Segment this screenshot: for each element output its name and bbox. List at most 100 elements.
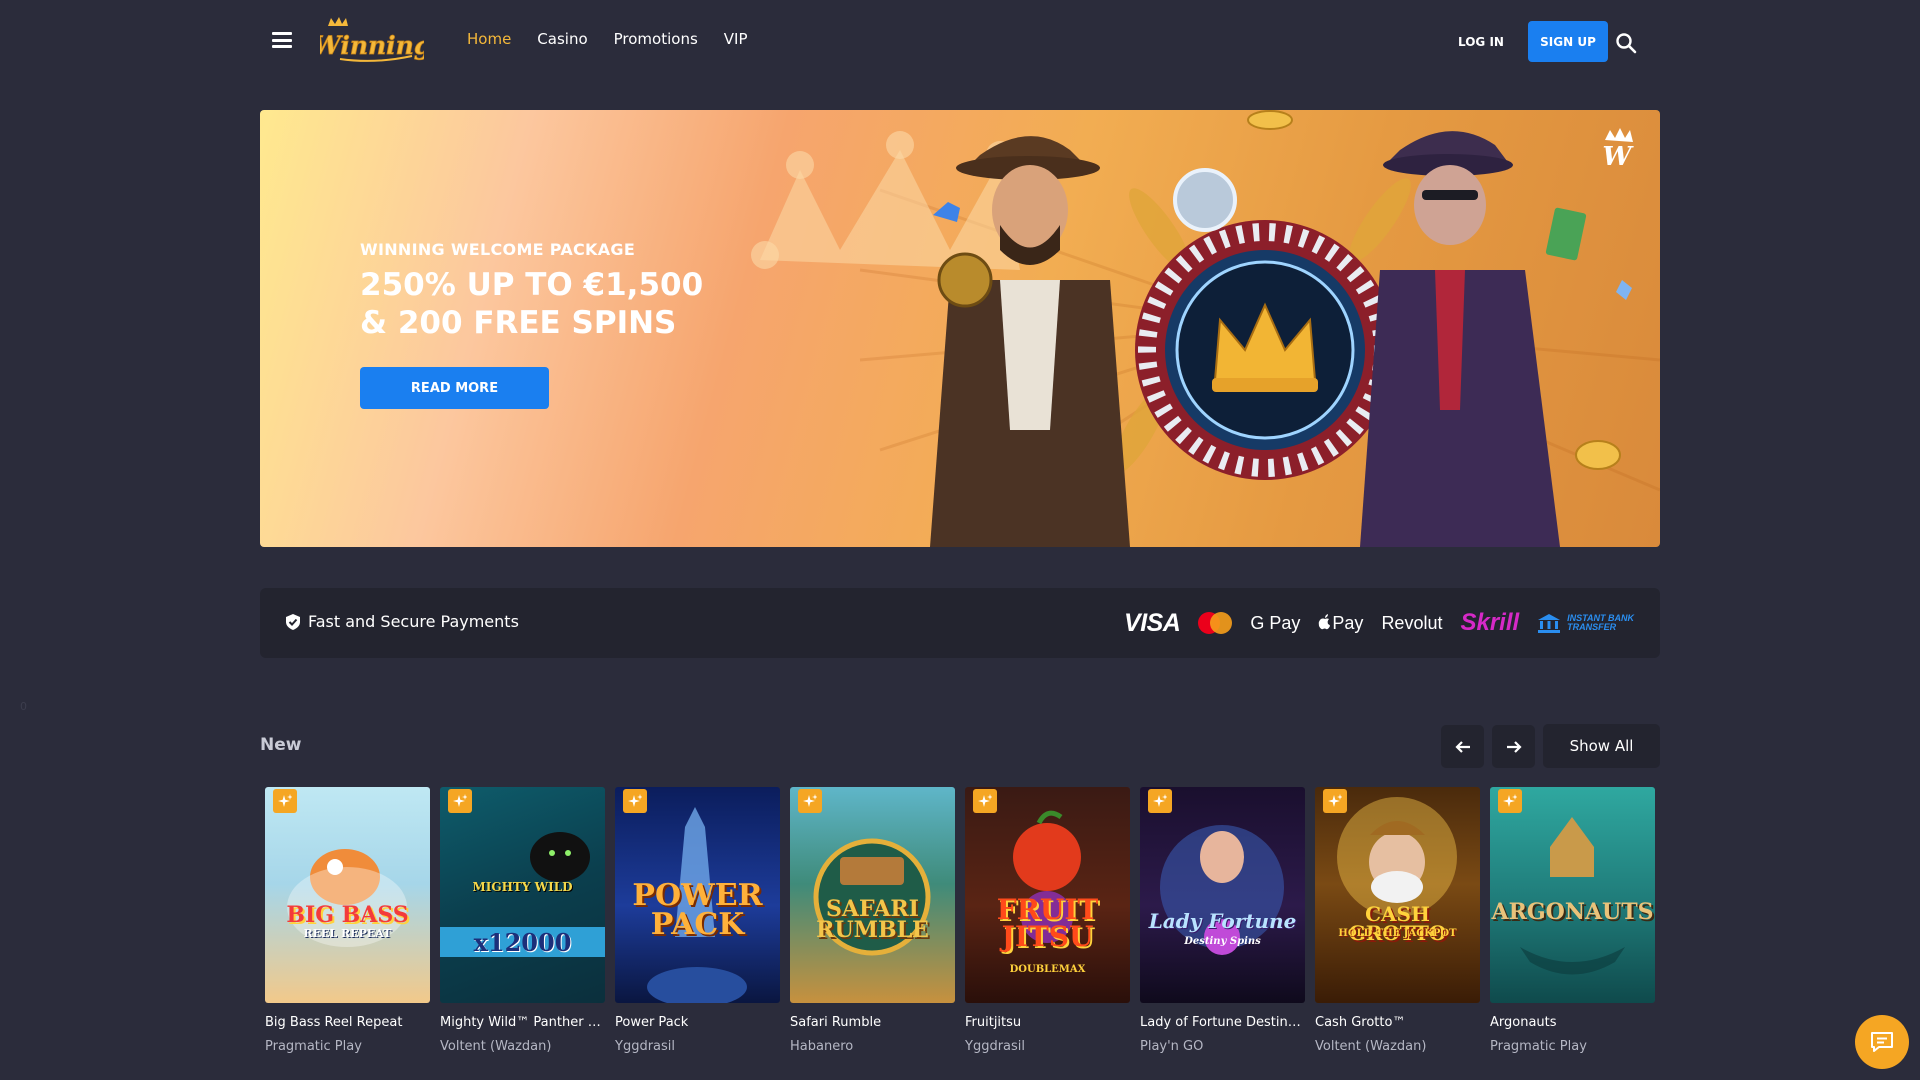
game-thumbnail[interactable]: SAFARI RUMBLE [790, 787, 955, 1003]
game-provider: Play'n GO [1140, 1039, 1204, 1054]
site-header: Winning Home Casino Promotions VIP LOG I… [0, 0, 1920, 86]
hero-title: 250% UP TO €1,500 & 200 FREE SPINS [360, 266, 780, 342]
sparkle-icon [453, 794, 467, 807]
sparkle-icon [803, 794, 817, 807]
menu-icon[interactable] [272, 32, 292, 48]
game-card[interactable]: FRUIT JITSU DOUBLEMAX Fruitjitsu Yggdras… [965, 787, 1130, 1054]
new-badge [1323, 789, 1347, 813]
winning-logo[interactable]: Winning [320, 16, 424, 66]
mastercard-logo [1198, 612, 1233, 634]
game-art-title: ARGONAUTS [1491, 899, 1654, 925]
game-name[interactable]: Safari Rumble [790, 1015, 955, 1030]
new-section-title: New [260, 735, 302, 755]
search-icon[interactable] [1615, 32, 1637, 54]
apple-pay-logo: Pay [1318, 613, 1363, 634]
safari-art [813, 838, 931, 956]
hero-kicker: WINNING WELCOME PACKAGE [360, 240, 636, 259]
game-name[interactable]: Argonauts [1490, 1015, 1655, 1030]
game-name[interactable]: Fruitjitsu [965, 1015, 1130, 1030]
game-name[interactable]: Power Pack [615, 1015, 780, 1030]
game-art-subtitle: x12000 [473, 928, 572, 957]
game-art-title: SAFARI RUMBLE [816, 896, 929, 943]
sparkle-icon [628, 794, 642, 807]
svg-text:W: W [1602, 142, 1634, 172]
new-badge [1148, 789, 1172, 813]
game-provider: Pragmatic Play [1490, 1039, 1587, 1054]
next-button[interactable] [1492, 725, 1535, 768]
game-art-title: BIG BASS [286, 902, 409, 928]
payment-logos: VISA G Pay Pay Revolut Skrill INSTANT BA… [1124, 606, 1634, 640]
game-card[interactable]: SAFARI RUMBLE Safari Rumble Habanero [790, 787, 955, 1054]
game-name[interactable]: Mighty Wild™ Panther Di... [440, 1015, 605, 1030]
arrow-left-icon [1454, 740, 1470, 753]
new-badge [273, 789, 297, 813]
game-art-title: FRUIT JITSU [996, 893, 1099, 953]
game-card[interactable]: Lady Fortune Destiny Spins Lady of Fortu… [1140, 787, 1305, 1054]
game-thumbnail[interactable]: POWER PACK [615, 787, 780, 1003]
instant-bank-transfer-logo: INSTANT BANK TRANSFER [1537, 613, 1634, 633]
game-thumbnail[interactable]: ARGONAUTS [1490, 787, 1655, 1003]
new-games-row: BIG BASS REEL REPEAT Big Bass Reel Repea… [265, 787, 1665, 1057]
game-art-title: POWER PACK [632, 878, 763, 942]
game-card[interactable]: MIGHTY WILD x12000 Mighty Wild™ Panther … [440, 787, 605, 1054]
prev-button[interactable] [1441, 725, 1484, 768]
game-provider: Habanero [790, 1039, 854, 1054]
hero-title-line2: & 200 FREE SPINS [360, 305, 677, 341]
stray-counter: 0 [20, 700, 27, 713]
game-provider: Yggdrasil [615, 1039, 676, 1054]
game-provider: Yggdrasil [965, 1039, 1026, 1054]
payments-label: Fast and Secure Payments [285, 612, 519, 631]
game-card[interactable]: POWER PACK Power Pack Yggdrasil [615, 787, 780, 1054]
game-thumbnail[interactable]: BIG BASS REEL REPEAT [265, 787, 430, 1003]
google-pay-logo: G Pay [1250, 612, 1301, 633]
game-thumbnail[interactable]: CASH GROTTO HOLD THE JACKPOT [1315, 787, 1480, 1003]
nav-promotions[interactable]: Promotions [614, 30, 698, 48]
fish-art [287, 849, 407, 947]
read-more-button[interactable]: READ MORE [360, 367, 549, 409]
game-thumbnail[interactable]: Lady Fortune Destiny Spins [1140, 787, 1305, 1003]
svg-text:Winning: Winning [320, 31, 424, 60]
login-button[interactable]: LOG IN [1458, 35, 1504, 49]
game-art-subtitle: HOLD THE JACKPOT [1338, 928, 1457, 939]
sparkle-icon [1503, 794, 1517, 807]
apple-icon [1319, 613, 1331, 629]
new-badge [448, 789, 472, 813]
main-nav: Home Casino Promotions VIP [467, 30, 774, 48]
sparkle-icon [978, 794, 992, 807]
game-provider: Pragmatic Play [265, 1039, 362, 1054]
bank-icon [1538, 614, 1561, 633]
game-thumbnail[interactable]: FRUIT JITSU DOUBLEMAX [965, 787, 1130, 1003]
revolut-logo: Revolut [1381, 612, 1443, 633]
signup-button[interactable]: SIGN UP [1528, 21, 1608, 62]
payments-bar: Fast and Secure Payments VISA G Pay Pay … [260, 588, 1660, 658]
game-card[interactable]: ARGONAUTS Argonauts Pragmatic Play [1490, 787, 1655, 1054]
new-badge [1498, 789, 1522, 813]
bank-line2: TRANSFER [1567, 622, 1617, 632]
nav-home[interactable]: Home [467, 30, 511, 48]
sparkle-icon [278, 794, 292, 807]
hero-banner[interactable]: W WINNING WELCOME PACKAGE 250% UP TO €1,… [260, 110, 1660, 547]
chat-icon [1871, 1032, 1893, 1052]
new-badge [798, 789, 822, 813]
new-badge [623, 789, 647, 813]
skrill-logo: Skrill [1460, 609, 1520, 636]
game-name[interactable]: Cash Grotto™ [1315, 1015, 1480, 1030]
ship-art [1520, 817, 1625, 975]
visa-logo: VISA [1124, 608, 1181, 637]
game-art-title: Lady Fortune [1148, 909, 1297, 933]
hero-title-line1: 250% UP TO €1,500 [360, 267, 704, 303]
game-art-subtitle: Destiny Spins [1184, 936, 1261, 947]
nav-casino[interactable]: Casino [537, 30, 587, 48]
arrow-right-icon [1506, 740, 1522, 753]
game-art-subtitle: DOUBLEMAX [1009, 964, 1086, 975]
show-all-button[interactable]: Show All [1543, 724, 1660, 768]
nav-vip[interactable]: VIP [724, 30, 748, 48]
new-badge [973, 789, 997, 813]
game-name[interactable]: Lady of Fortune Destiny S... [1140, 1015, 1305, 1030]
game-card[interactable]: CASH GROTTO HOLD THE JACKPOT Cash Grotto… [1315, 787, 1480, 1054]
game-name[interactable]: Big Bass Reel Repeat [265, 1015, 430, 1030]
chat-button[interactable] [1855, 1015, 1909, 1069]
game-thumbnail[interactable]: MIGHTY WILD x12000 [440, 787, 605, 1003]
game-art-title: MIGHTY WILD [472, 880, 573, 894]
game-card[interactable]: BIG BASS REEL REPEAT Big Bass Reel Repea… [265, 787, 430, 1054]
